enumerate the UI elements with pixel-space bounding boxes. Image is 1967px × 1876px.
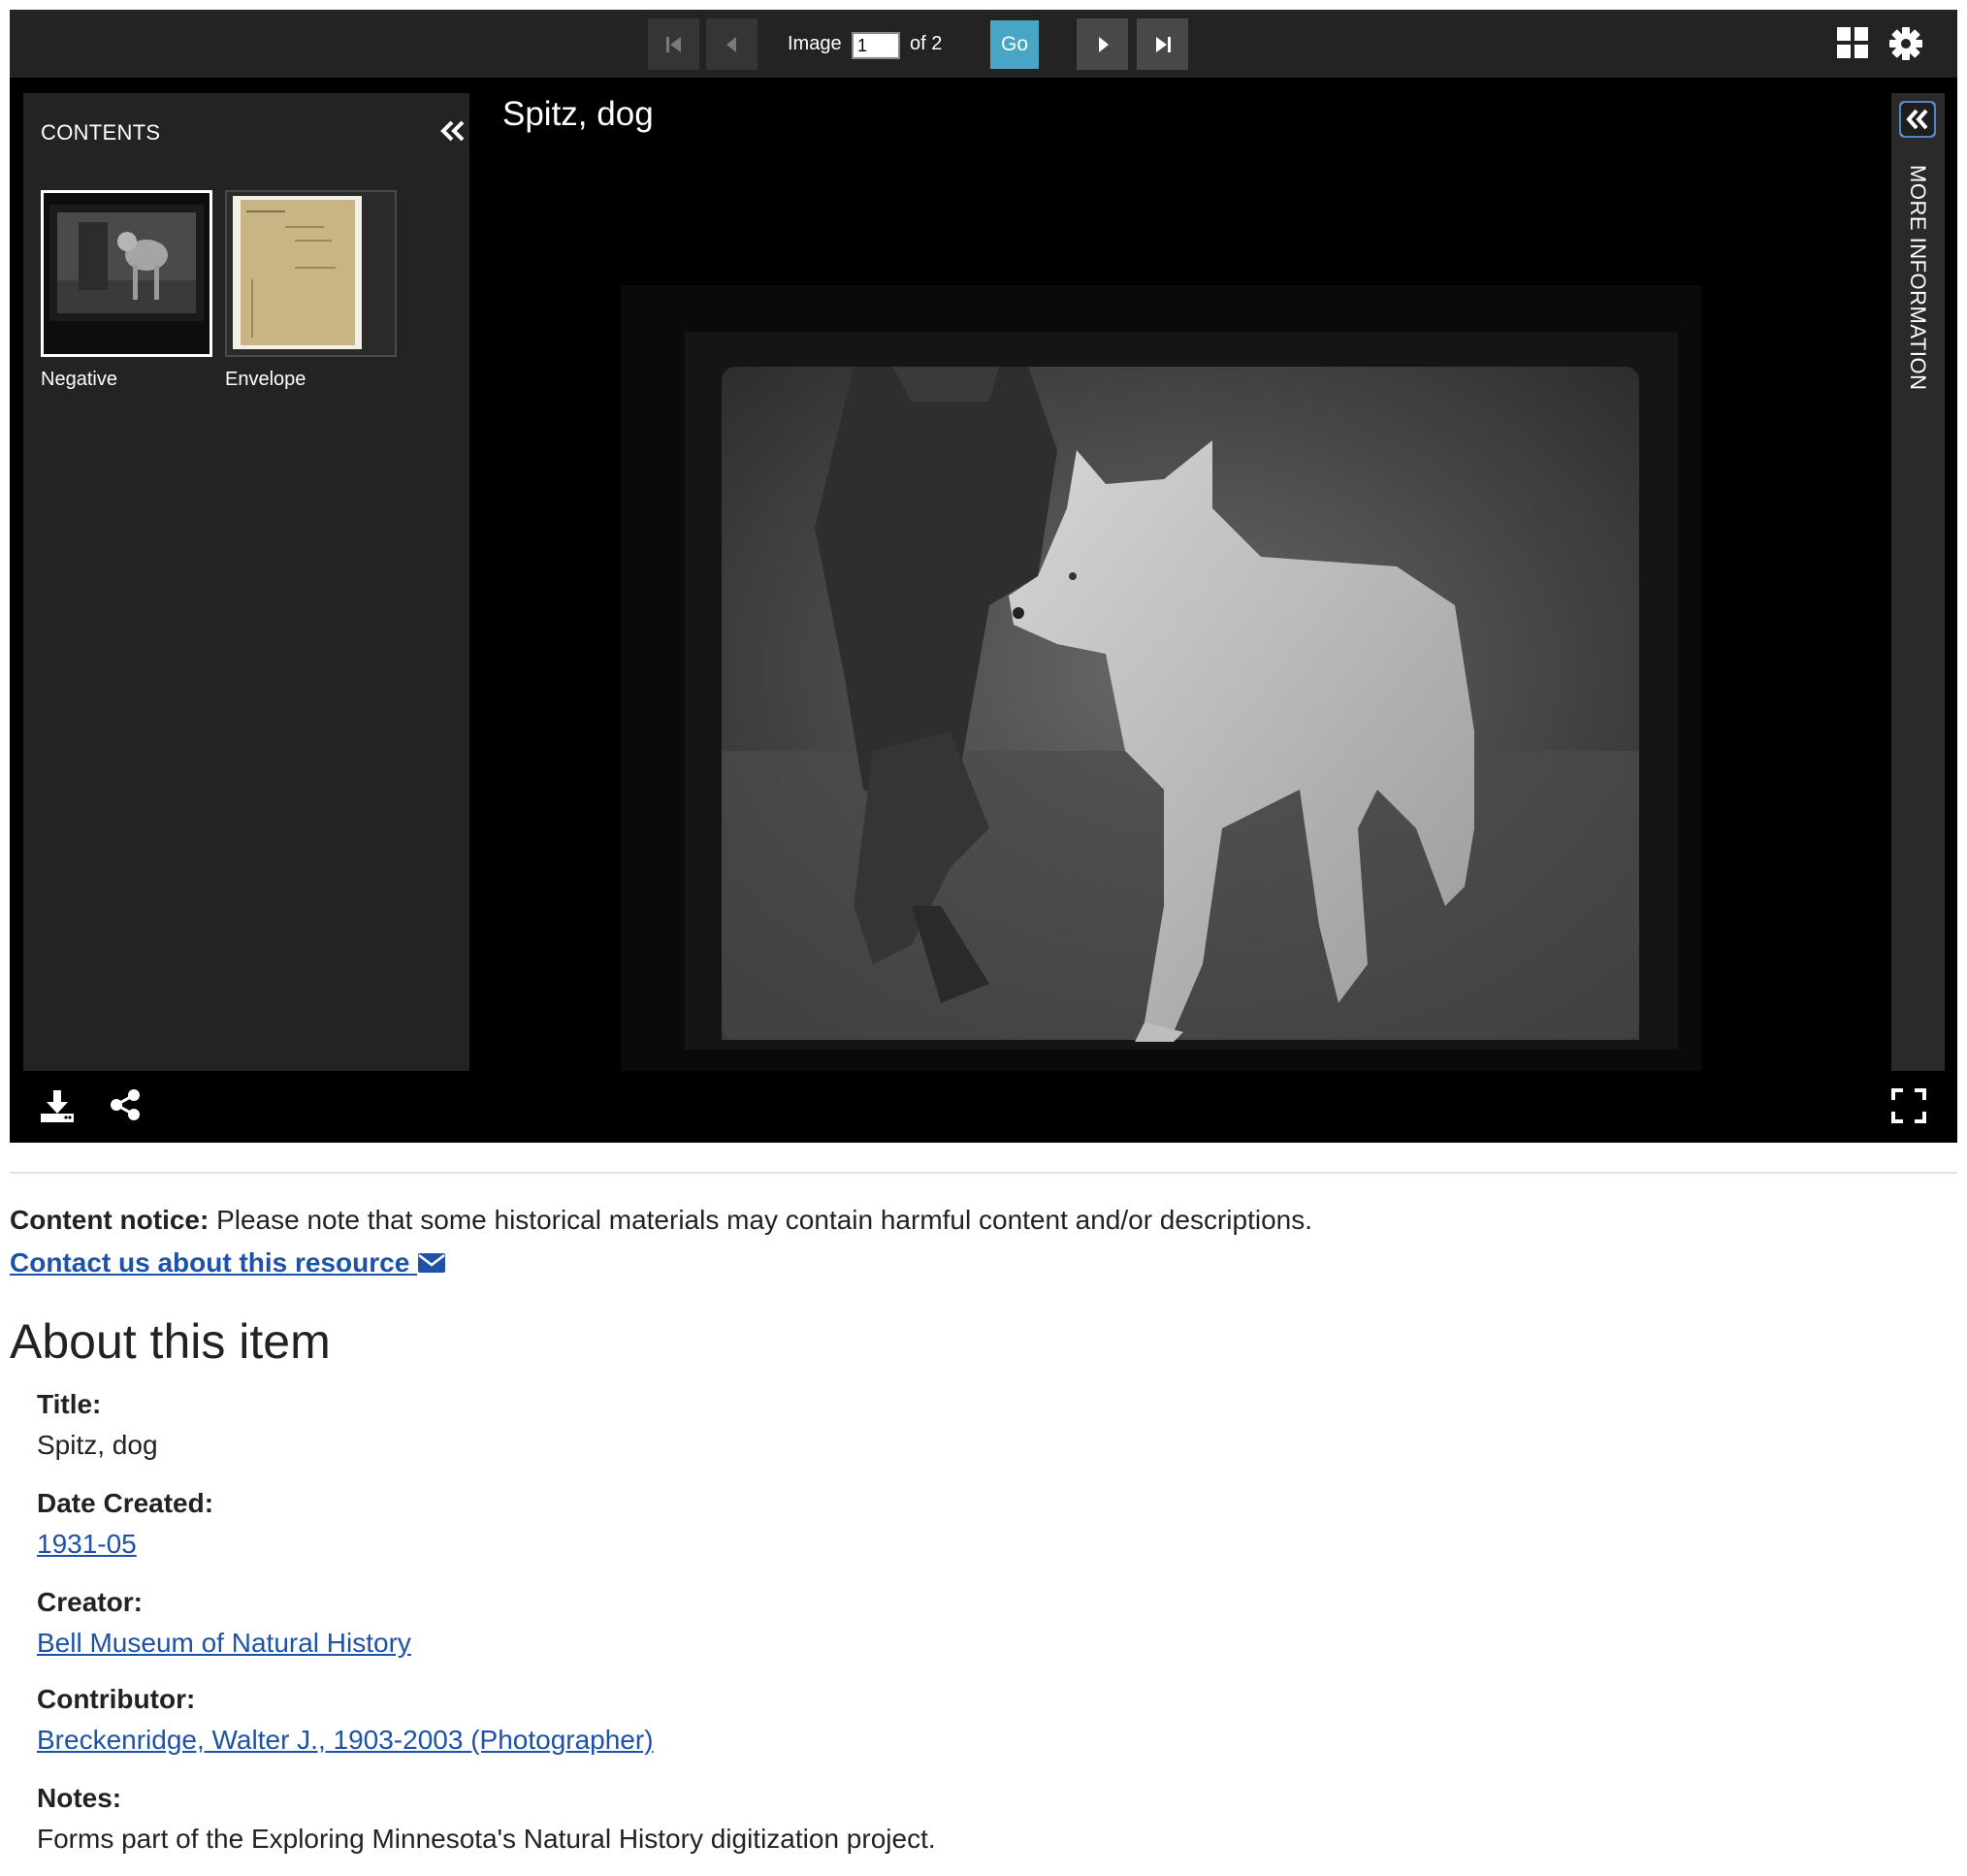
field-label-date: Date Created: <box>37 1488 214 1518</box>
expand-panel-button[interactable] <box>1899 101 1936 138</box>
viewer-image-title: Spitz, dog <box>502 95 654 133</box>
field-label-notes: Notes: <box>37 1783 122 1813</box>
more-information-panel: MORE INFORMATION <box>1891 93 1945 1071</box>
chevron-right-icon <box>1098 36 1109 52</box>
field-value-date-link[interactable]: 1931-05 <box>37 1529 137 1560</box>
download-icon[interactable] <box>39 1088 76 1123</box>
field-value-title: Spitz, dog <box>37 1430 158 1460</box>
thumbnail-label-negative: Negative <box>41 369 117 390</box>
share-icon[interactable] <box>109 1088 142 1121</box>
contact-link-text: Contact us about this resource <box>10 1247 410 1278</box>
field-label-creator: Creator: <box>37 1587 143 1617</box>
envelope-thumbnail-image <box>227 192 395 355</box>
chevron-left-icon <box>726 36 736 52</box>
image-count: of 2 <box>910 33 943 54</box>
section-divider <box>10 1172 1957 1174</box>
field-label-contributor: Contributor: <box>37 1684 196 1714</box>
contents-panel: CONTENTS Negative Envelope <box>23 93 469 1071</box>
negative-thumbnail-image <box>44 193 210 354</box>
collapse-panel-icon[interactable] <box>438 118 468 144</box>
image-viewer: Image 1 of 2 Go CONTENTS Negative Envelo… <box>10 10 1957 1143</box>
envelope-icon <box>418 1253 446 1273</box>
more-information-label[interactable]: MORE INFORMATION <box>1905 165 1930 390</box>
gallery-grid-icon[interactable] <box>1837 27 1869 59</box>
skip-last-icon <box>1155 36 1171 52</box>
about-heading: About this item <box>10 1314 331 1369</box>
thumbnail-label-envelope: Envelope <box>225 369 306 390</box>
next-image-button[interactable] <box>1077 18 1128 70</box>
main-photo[interactable] <box>621 285 1701 1071</box>
first-image-button[interactable] <box>648 18 699 70</box>
thumbnail-negative[interactable] <box>41 190 212 357</box>
image-number-input[interactable]: 1 <box>852 32 900 59</box>
gear-icon[interactable] <box>1888 26 1923 61</box>
thumbnail-envelope[interactable] <box>225 190 397 357</box>
contact-link[interactable]: Contact us about this resource <box>10 1247 446 1278</box>
viewer-toolbar: Image 1 of 2 Go <box>10 10 1957 78</box>
fullscreen-icon[interactable] <box>1891 1088 1926 1123</box>
go-button[interactable]: Go <box>990 20 1039 69</box>
previous-image-button[interactable] <box>706 18 758 70</box>
field-label-title: Title: <box>37 1389 102 1419</box>
field-value-creator-link[interactable]: Bell Museum of Natural History <box>37 1628 411 1659</box>
content-notice-label: Content notice: <box>10 1205 210 1235</box>
field-value-notes: Forms part of the Exploring Minnesota's … <box>37 1824 936 1854</box>
skip-first-icon <box>665 36 681 52</box>
last-image-button[interactable] <box>1137 18 1188 70</box>
content-notice: Content notice: Please note that some hi… <box>10 1205 1312 1236</box>
content-notice-text: Please note that some historical materia… <box>209 1205 1312 1235</box>
field-value-contributor-link[interactable]: Breckenridge, Walter J., 1903-2003 (Phot… <box>37 1725 654 1756</box>
image-label: Image <box>788 33 842 54</box>
contents-title: CONTENTS <box>41 120 161 145</box>
expand-panel-icon <box>1901 103 1934 136</box>
